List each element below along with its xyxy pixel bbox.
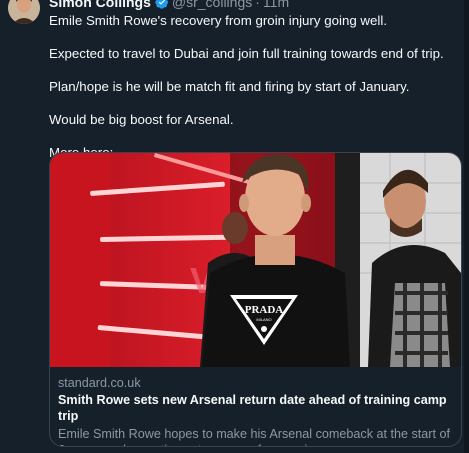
tweet-paragraph: Emile Smith Rowe's recovery from groin i… [49, 13, 388, 28]
tweet-paragraph: Plan/hope is he will be match fit and fi… [49, 79, 410, 94]
tweet-header: Simon Collings @sr_collings · 11m [49, 0, 289, 10]
author-name[interactable]: Simon Collings [49, 0, 151, 10]
tweet[interactable]: Simon Collings @sr_collings · 11m Emile … [0, 0, 469, 453]
header-separator: · [255, 0, 260, 10]
author-handle[interactable]: @sr_collings [172, 0, 252, 10]
link-preview-meta: standard.co.uk Smith Rowe sets new Arsen… [58, 375, 458, 446]
link-domain: standard.co.uk [58, 376, 141, 390]
author-avatar[interactable] [8, 0, 40, 24]
link-preview-card[interactable]: VIS [49, 152, 462, 447]
scrollbar-track[interactable] [464, 0, 469, 453]
shirt-logo-text: PRADA [245, 304, 284, 316]
tweet-paragraph: Expected to travel to Dubai and join ful… [49, 46, 444, 61]
tweet-timestamp[interactable]: 11m [263, 0, 289, 10]
tweet-paragraph: Would be big boost for Arsenal. [49, 112, 234, 127]
link-description: Emile Smith Rowe hopes to make his Arsen… [58, 427, 450, 446]
link-preview-image[interactable]: VIS [50, 153, 461, 367]
shirt-logo-subtext: MILANO [256, 317, 271, 322]
link-title[interactable]: Smith Rowe sets new Arsenal return date … [58, 392, 458, 424]
verified-badge-icon [155, 0, 169, 9]
